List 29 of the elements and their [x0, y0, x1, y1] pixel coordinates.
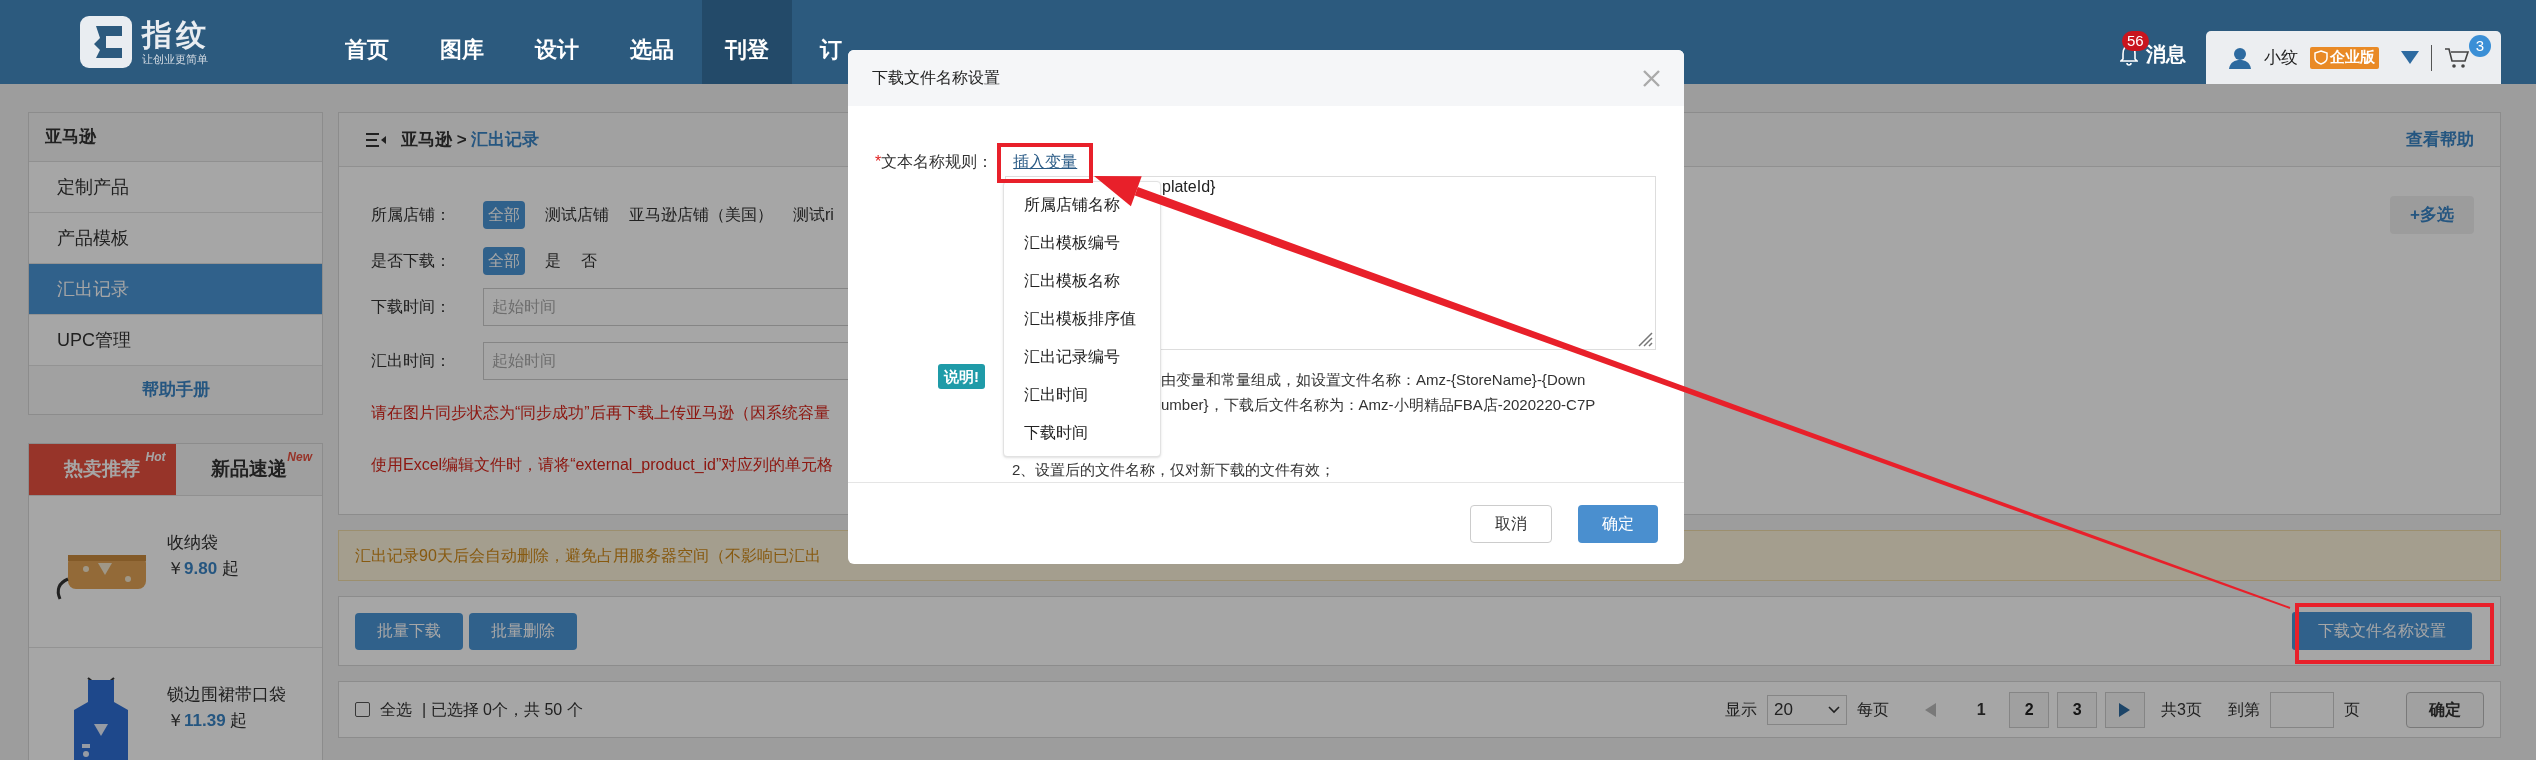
total-pages: 共3页 — [2161, 699, 2202, 720]
field-label: *文本名称规则： — [875, 152, 994, 172]
note-badge: 说明! — [938, 364, 985, 389]
selection-summary: | 已选择 0个，共 50 个 — [422, 699, 583, 720]
per-page-label: 每页 — [1857, 699, 1890, 720]
breadcrumb: 亚马逊 > 汇出记录 — [401, 128, 540, 151]
edition-badge: 企业版 — [2310, 46, 2379, 69]
filter-label: 汇出时间： — [371, 351, 452, 371]
sidebar-title: 亚马逊 — [45, 126, 96, 149]
product-price: ￥9.80 起 — [167, 558, 239, 580]
cart-count-badge: 3 — [2469, 35, 2491, 57]
note-text: umber}，下载后文件名称为：Amz-小明精品FBA店-2020220-C7P — [1161, 395, 1596, 415]
filter-label: 所属店铺： — [371, 205, 452, 225]
logo-text: 指纹 — [142, 18, 210, 52]
note-text: 2、设置后的文件名称，仅对新下载的文件有效； — [1012, 460, 1336, 480]
modal-title: 下载文件名称设置 — [872, 68, 1000, 88]
warning-text: 使用Excel编辑文件时，请将“external_product_id”对应列的单元格 — [371, 455, 834, 475]
goto-label: 到第 — [2228, 699, 2260, 720]
logo-tagline: 让创业更简单 — [142, 52, 209, 66]
show-label: 显示 — [1725, 699, 1758, 720]
warning-text: 请在图片同步状态为“同步成功”后再下载上传亚马逊（因系统容量 — [371, 403, 830, 423]
product-price: ￥11.39 起 — [167, 710, 249, 732]
filter-label: 下载时间： — [371, 297, 452, 317]
page-unit-label: 页 — [2344, 699, 2360, 720]
note-text: 由变量和常量组成，如设置文件名称：Amz-{StoreName}-{Down — [1161, 370, 1586, 390]
filter-label: 是否下载： — [371, 251, 452, 271]
promo-tag: Hot — [145, 450, 166, 464]
promo-tag: New — [287, 450, 312, 464]
notice-text: 汇出记录90天后会自动删除，避免占用服务器空间（不影响已汇出 — [355, 545, 821, 566]
